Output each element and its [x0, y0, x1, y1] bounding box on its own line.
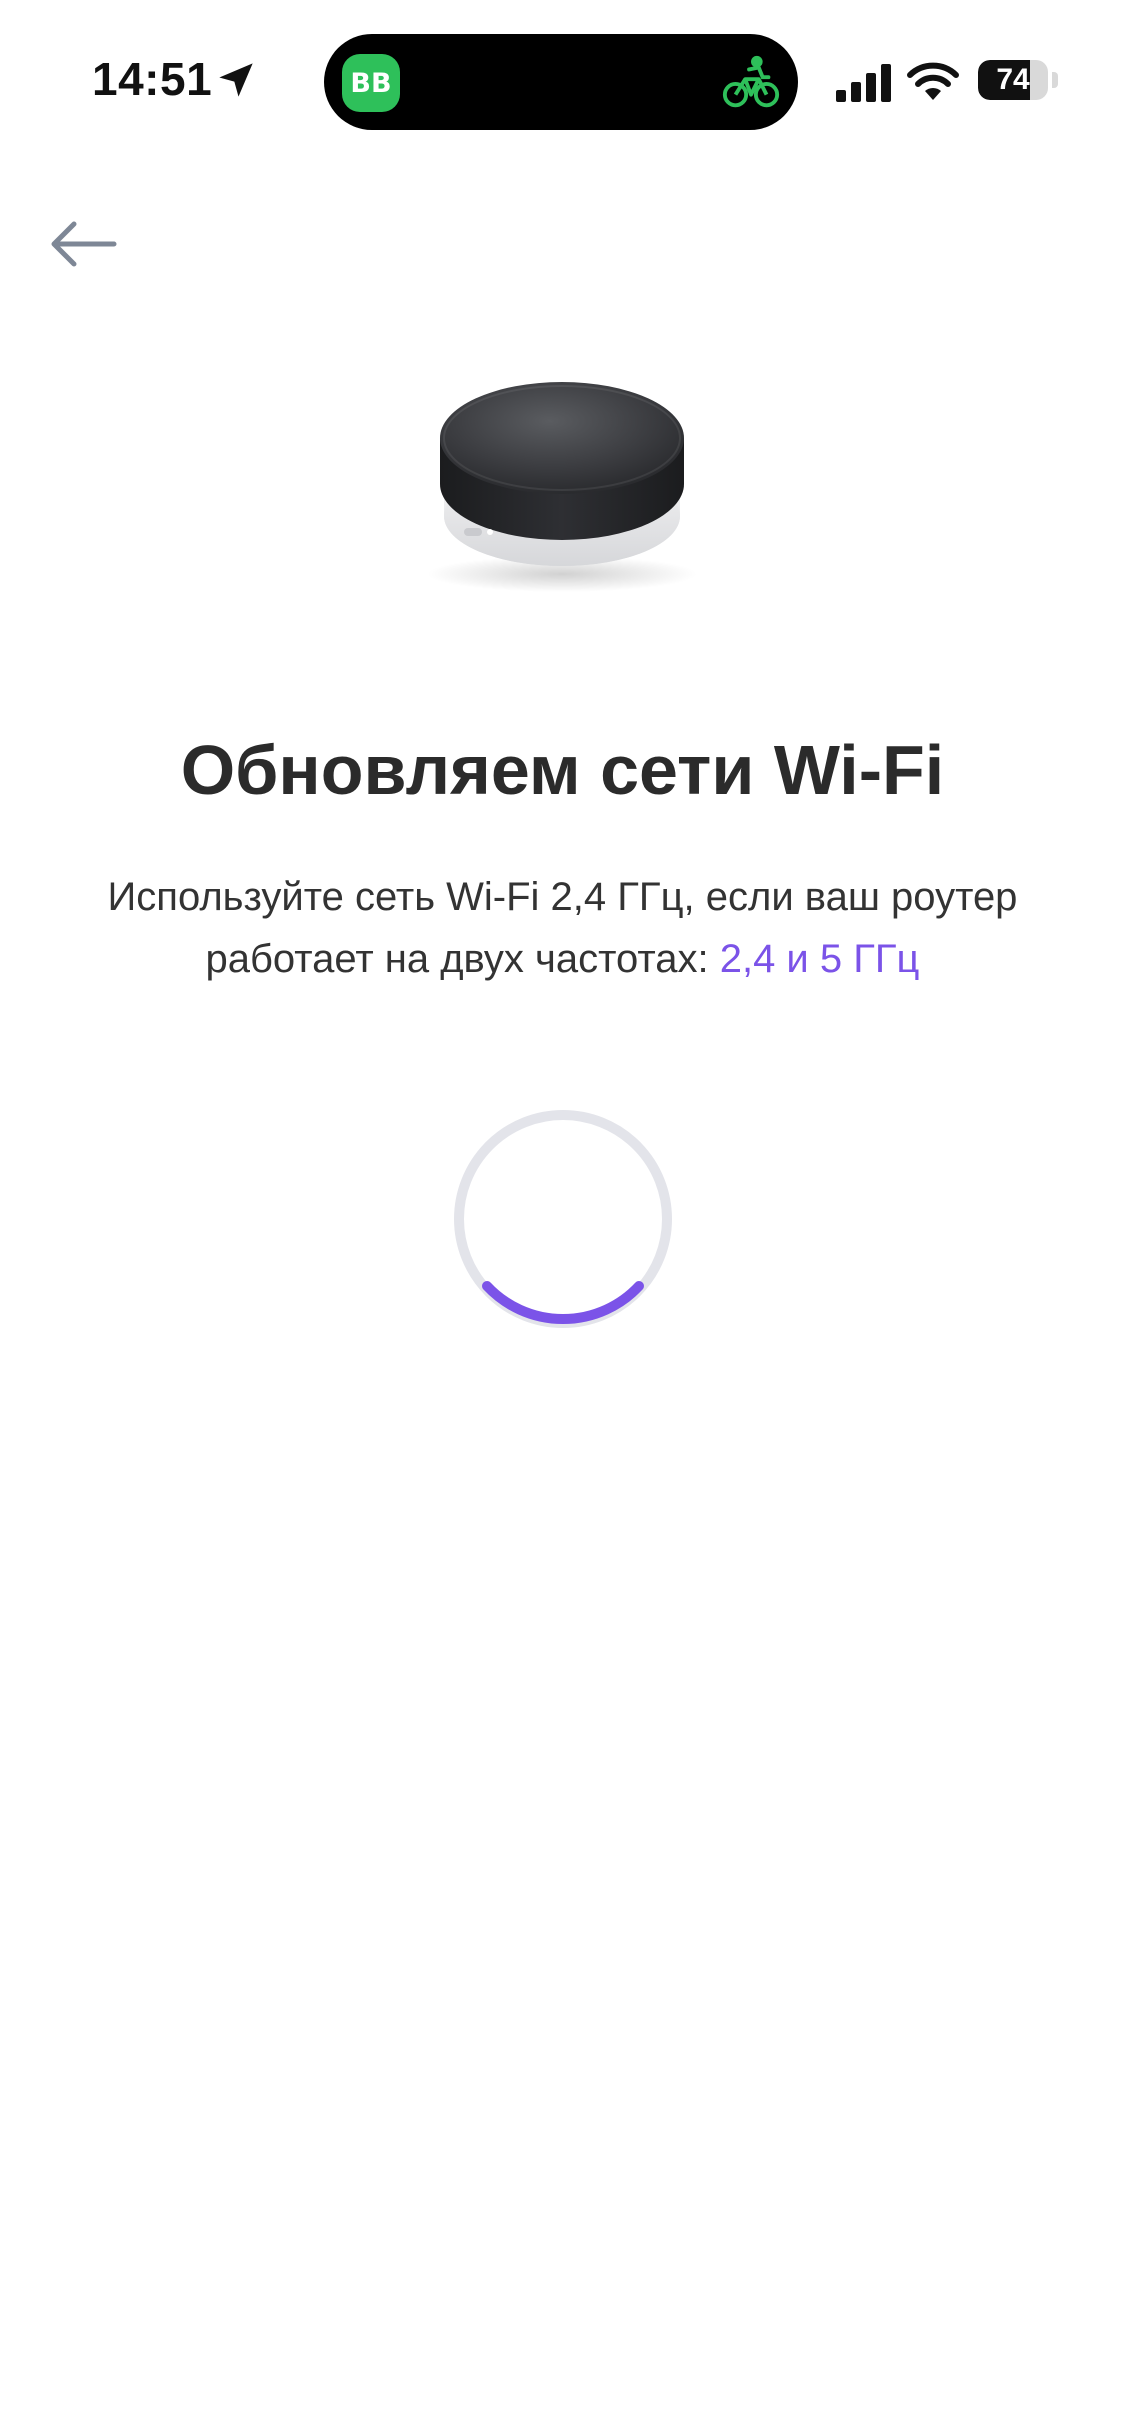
- page-title: Обновляем сети Wi-Fi: [180, 731, 945, 809]
- frequency-link[interactable]: 2,4 и 5 ГГц: [720, 937, 920, 981]
- loading-spinner: [454, 1110, 672, 1328]
- status-bar: 14:51 BB 74: [0, 0, 1125, 170]
- cellular-signal-icon: [836, 64, 891, 102]
- battery-tip: [1052, 72, 1058, 88]
- dynamic-island[interactable]: BB: [324, 34, 798, 130]
- battery-level: 74: [996, 63, 1030, 96]
- battery-icon: 74: [978, 60, 1048, 100]
- app-badge: BB: [342, 54, 400, 112]
- back-button[interactable]: [44, 212, 124, 276]
- bike-icon: [722, 55, 780, 108]
- page-subtitle: Используйте сеть Wi-Fi 2,4 ГГц, если ваш…: [80, 866, 1045, 990]
- arrow-left-icon: [51, 221, 117, 267]
- location-arrow-icon: [219, 63, 253, 97]
- status-time: 14:51: [92, 53, 213, 105]
- device-illustration: [427, 382, 697, 592]
- wifi-icon: [907, 62, 959, 100]
